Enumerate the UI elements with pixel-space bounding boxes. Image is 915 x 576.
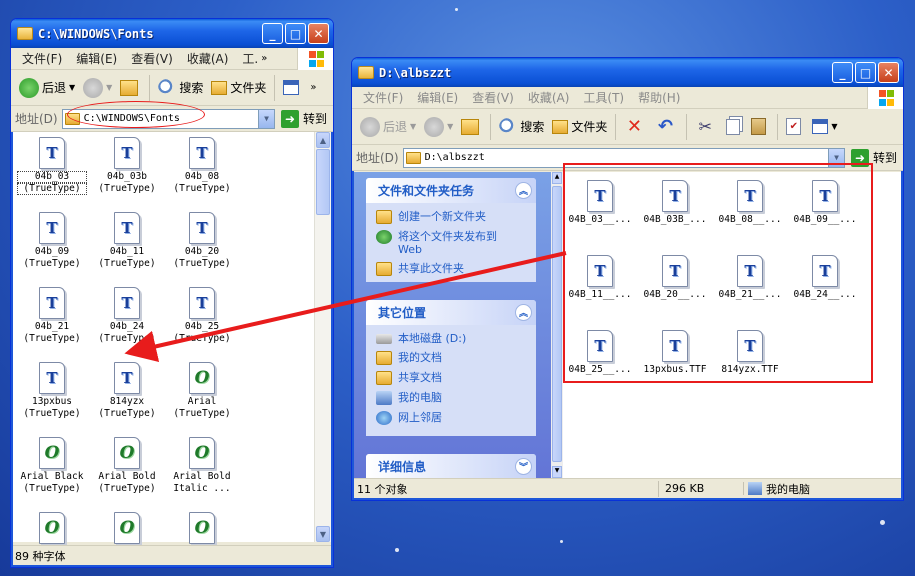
annotation-arrow xyxy=(124,251,567,363)
